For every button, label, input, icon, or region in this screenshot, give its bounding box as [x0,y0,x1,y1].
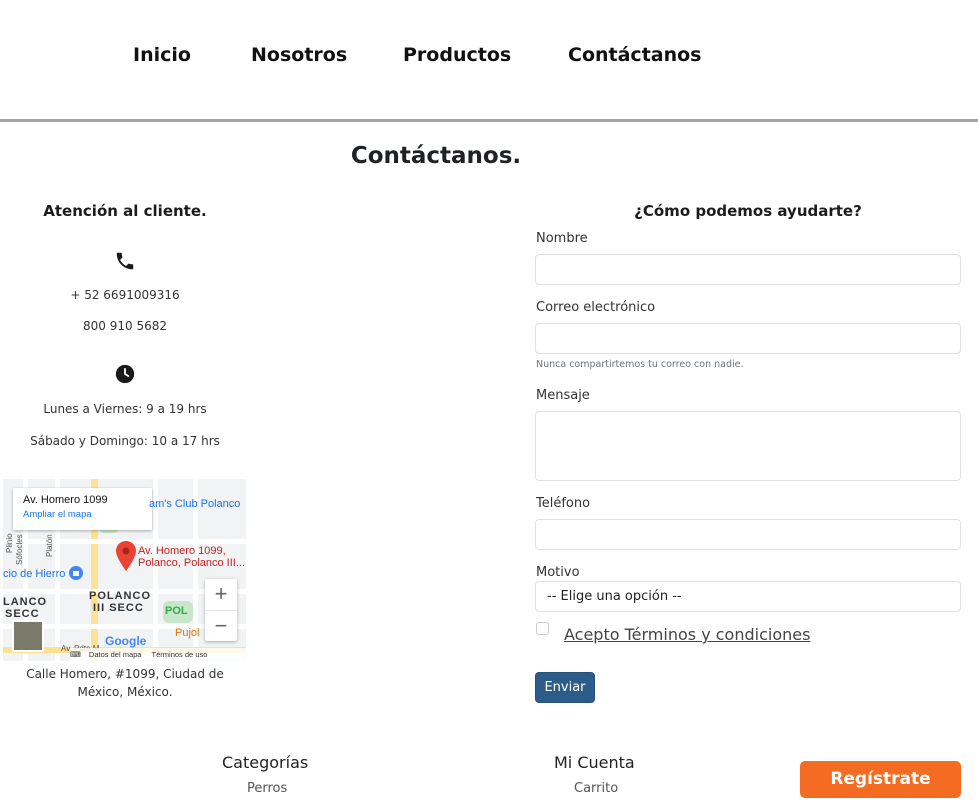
street-view-thumbnail[interactable] [12,620,44,652]
address-line-2: México, México. [77,685,173,699]
map-enlarge-link[interactable]: Ampliar el mapa [23,509,152,520]
phone-number-1: + 52 6691009316 [70,288,180,302]
nav-item-nosotros[interactable]: Nosotros [251,44,347,66]
map-area-1: POLANCO [89,590,151,602]
reason-label: Motivo [536,565,580,580]
map-zoom-controls: + − [205,579,237,641]
nav-item-inicio[interactable]: Inicio [133,44,191,66]
map-street-plinio: Plinio [5,533,14,553]
form-heading: ¿Cómo podemos ayudarte? [634,202,862,220]
map-pin-label-1: Av. Homero 1099, [138,545,226,557]
keyboard-icon[interactable]: ⌨ [70,650,81,659]
email-label: Correo electrónico [536,300,656,315]
footer-account-heading: Mi Cuenta [554,753,635,772]
nav-item-productos[interactable]: Productos [403,44,511,66]
footer-link-perros[interactable]: Perros [247,781,287,796]
map-terms-link[interactable]: Términos de uso [152,650,208,659]
email-input[interactable] [535,323,961,354]
phone-number-2: 800 910 5682 [83,319,167,333]
map-poi-club: am's Club Polanco [149,498,241,510]
address-line-1: Calle Homero, #1099, Ciudad de [26,667,224,681]
footer-link-carrito[interactable]: Carrito [574,781,618,796]
hours-weekdays: Lunes a Viernes: 9 a 19 hrs [43,402,207,416]
clock-icon [115,364,135,384]
name-label: Nombre [536,231,588,246]
map-info-title: Av. Homero 1099 [23,494,108,506]
submit-button[interactable]: Enviar [535,672,595,703]
map-street-sofocles: Sófocles [15,534,24,565]
reason-select[interactable]: -- Elige una opción -- [535,581,961,612]
map-poi-pujol: Pujol [175,627,200,639]
map-poi-hierro: cio de Hierro [3,568,66,580]
hours-weekend: Sábado y Domingo: 10 a 17 hrs [30,434,220,448]
nav-divider [0,119,978,122]
register-button[interactable]: Regístrate [800,761,961,798]
top-nav: Inicio Nosotros Productos Contáctanos [0,0,978,120]
shopping-bag-icon [69,566,83,580]
support-heading: Atención al cliente. [43,202,207,220]
page-title: Contáctanos. [350,143,522,169]
map-pin-icon [116,541,136,571]
map-footer: ⌨ Datos del mapa Términos de uso [70,648,246,661]
nav-item-contactanos[interactable]: Contáctanos [568,44,701,66]
map-street-platon: Platón [45,534,54,557]
terms-checkbox[interactable] [536,622,549,635]
map-area-left-2: SECC [5,608,40,620]
map-info-box: Av. Homero 1099 Ampliar el mapa [13,488,152,530]
map-zoom-out-button[interactable]: − [205,610,237,641]
map-poi-pol: POL [165,605,188,617]
phone-input[interactable] [535,519,961,550]
map-google-logo: Google [105,634,147,648]
map-area-left-1: LANCO [3,596,48,608]
name-input[interactable] [535,254,961,285]
message-label: Mensaje [536,388,590,403]
phone-icon [116,252,134,270]
terms-link[interactable]: Acepto Términos y condiciones [564,625,810,644]
message-textarea[interactable] [535,411,961,481]
map-area-2: III SECC [93,602,144,614]
footer-categories-heading: Categorías [222,753,309,772]
phone-label: Teléfono [536,496,591,511]
email-help-text: Nunca compartirtemos tu correo con nadie… [536,359,744,370]
map-data-link[interactable]: Datos del mapa [89,650,142,659]
map-pin-label-2: Polanco, Polanco III... [138,557,246,569]
map-zoom-in-button[interactable]: + [205,579,237,610]
